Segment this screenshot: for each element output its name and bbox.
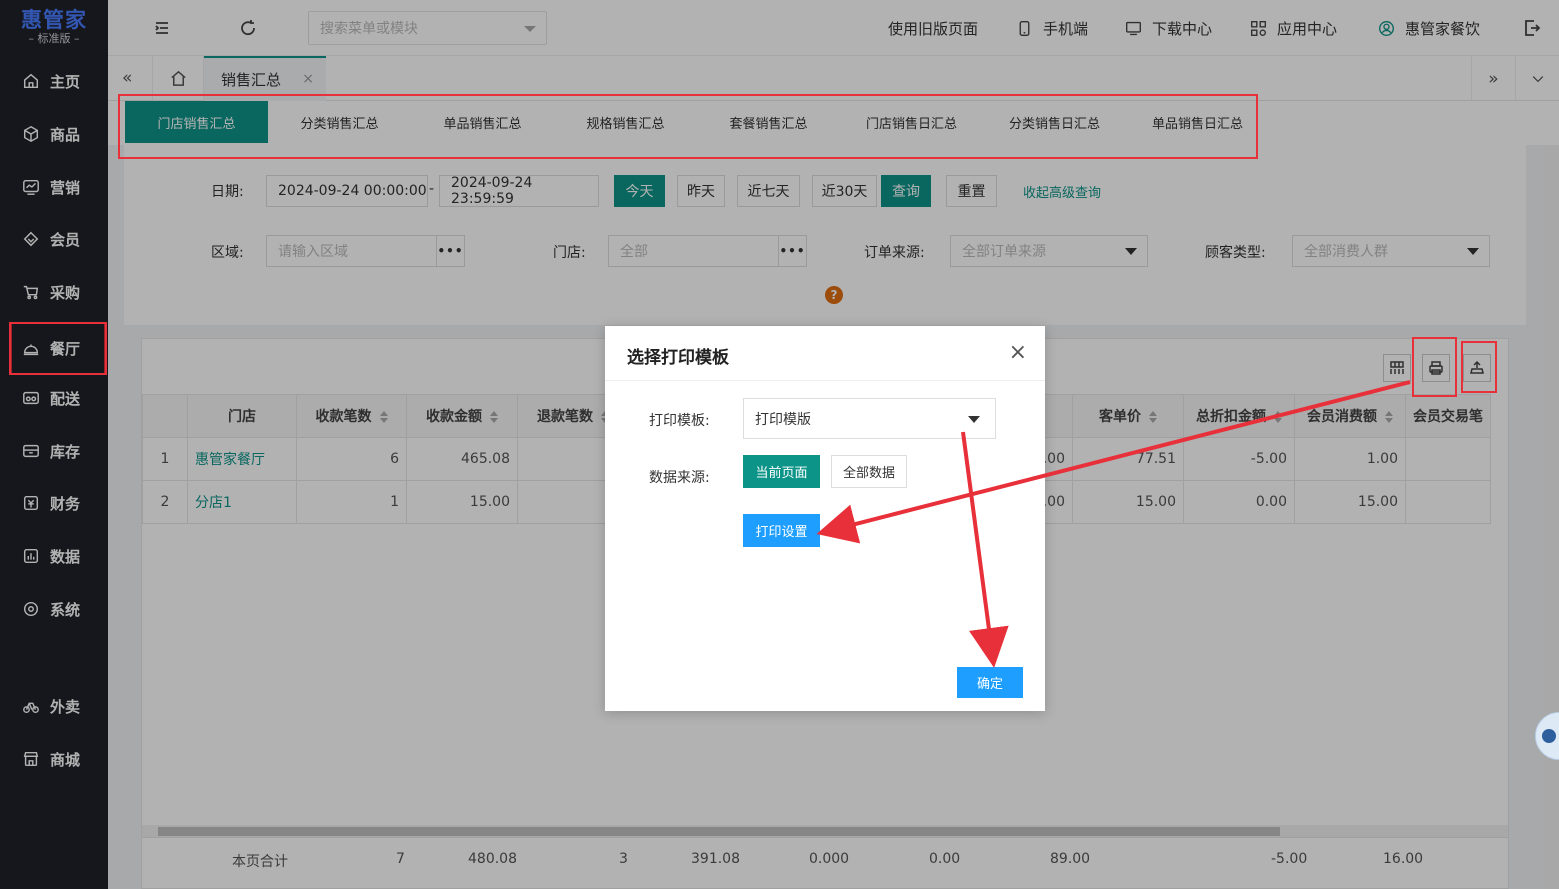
dialog-divider [605, 380, 1045, 381]
chevron-down-icon [968, 416, 980, 423]
print-template-dialog: 选择打印模板 × 打印模板: 打印模版 数据来源: 当前页面 全部数据 打印设置… [605, 326, 1045, 711]
template-label: 打印模板: [649, 413, 710, 429]
close-icon[interactable]: × [1009, 340, 1027, 365]
all-data-button[interactable]: 全部数据 [831, 455, 907, 488]
print-settings-button[interactable]: 打印设置 [743, 514, 820, 547]
dialog-title: 选择打印模板 [627, 348, 729, 368]
template-select[interactable]: 打印模版 [743, 398, 996, 439]
assistant-eye-icon [1542, 729, 1556, 743]
current-page-button[interactable]: 当前页面 [743, 455, 820, 488]
template-value: 打印模版 [755, 411, 811, 428]
confirm-button[interactable]: 确定 [957, 667, 1023, 698]
data-source-label: 数据来源: [649, 470, 710, 486]
